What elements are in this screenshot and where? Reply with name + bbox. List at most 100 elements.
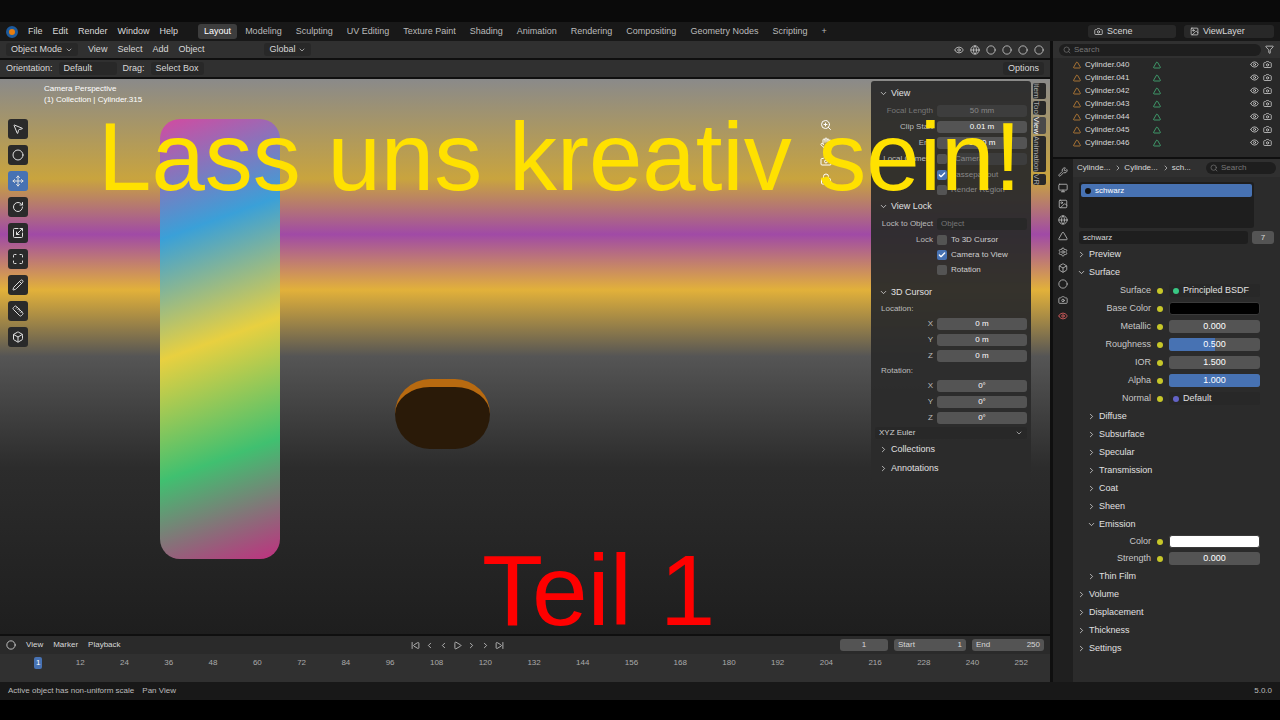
panel-header[interactable]: Transmission — [1073, 462, 1280, 479]
outliner-row[interactable]: Cylinder.040 — [1053, 58, 1280, 71]
viewport-menu[interactable]: View — [88, 43, 107, 57]
panel-header[interactable]: 3D Cursor — [875, 284, 1027, 301]
blender-logo-icon[interactable] — [6, 26, 18, 38]
outliner-row[interactable]: Cylinder.043 — [1053, 97, 1280, 110]
outliner-row[interactable]: Cylinder.044 — [1053, 110, 1280, 123]
properties-tab-icon[interactable] — [1058, 279, 1068, 289]
color-field[interactable] — [1169, 302, 1260, 315]
sidebar-tab[interactable]: View — [1033, 117, 1046, 134]
panel-header[interactable]: Collections — [875, 441, 1027, 458]
workspace-tab[interactable]: Texture Paint — [397, 24, 462, 40]
properties-tab-icon[interactable] — [1058, 215, 1068, 225]
shading-icon[interactable] — [954, 45, 964, 55]
slider-field[interactable]: 1.000 — [1169, 374, 1260, 387]
workspace-tab[interactable]: Rendering — [565, 24, 619, 40]
workspace-tab[interactable]: Geometry Nodes — [684, 24, 764, 40]
panel-header[interactable]: Specular — [1073, 444, 1280, 461]
timeline-ruler[interactable]: 1122436486072849610812013214415616818019… — [0, 654, 1050, 682]
editor-type-icon[interactable] — [6, 640, 16, 650]
number-field[interactable]: 0° — [937, 396, 1027, 408]
workspace-tab[interactable]: Shading — [464, 24, 509, 40]
lock-checkbox[interactable] — [937, 235, 947, 245]
filter-icon[interactable] — [1265, 45, 1274, 54]
workspace-tab[interactable]: Animation — [511, 24, 563, 40]
panel-header[interactable]: Thin Film — [1073, 568, 1280, 585]
shader-dropdown[interactable]: Principled BSDF — [1169, 284, 1260, 297]
outliner-row[interactable]: Cylinder.041 — [1053, 71, 1280, 84]
menu-item[interactable]: Help — [160, 25, 179, 39]
properties-tab-icon[interactable] — [1058, 247, 1068, 257]
number-field[interactable]: 0° — [937, 380, 1027, 392]
properties-tab-icon[interactable] — [1058, 295, 1068, 305]
visibility-icon[interactable] — [1250, 99, 1259, 108]
link-field[interactable]: Default — [1169, 392, 1260, 405]
render-icon[interactable] — [1263, 73, 1272, 82]
material-slot[interactable]: schwarz — [1081, 184, 1252, 197]
timeline-menu[interactable]: Marker — [53, 639, 78, 651]
annotate-icon[interactable] — [12, 279, 24, 291]
end-field[interactable]: End250 — [972, 639, 1044, 651]
outliner-row[interactable]: Cylinder.045 — [1053, 123, 1280, 136]
viewport-menu[interactable]: Select — [117, 43, 142, 57]
drag-dropdown[interactable]: Select Box — [151, 62, 204, 76]
visibility-icon[interactable] — [1250, 125, 1259, 134]
select-icon[interactable] — [12, 123, 24, 135]
sidebar-tab[interactable]: VR — [1033, 174, 1046, 185]
panel-header[interactable]: Coat — [1073, 480, 1280, 497]
visibility-icon[interactable] — [1250, 73, 1259, 82]
viewport-menu[interactable]: Add — [152, 43, 168, 57]
playback-icon[interactable] — [425, 641, 434, 650]
panel-header[interactable]: Emission — [1073, 516, 1280, 533]
sidebar-tab[interactable]: Animation — [1033, 136, 1046, 172]
properties-tab-icon[interactable] — [1058, 183, 1068, 193]
orientation-dropdown[interactable]: Default — [59, 62, 117, 76]
visibility-icon[interactable] — [1250, 60, 1259, 69]
sidebar-tab[interactable]: Tool — [1033, 101, 1046, 116]
shading-icon[interactable] — [1002, 45, 1012, 55]
visibility-icon[interactable] — [1250, 112, 1259, 121]
panel-header[interactable]: Settings — [1073, 640, 1280, 657]
start-field[interactable]: Start1 — [894, 639, 966, 651]
timeline-menu[interactable]: Playback — [88, 639, 120, 651]
lock-checkbox[interactable] — [937, 265, 947, 275]
panel-header[interactable]: Displacement — [1073, 604, 1280, 621]
viewport-menu[interactable]: Object — [178, 43, 204, 57]
rotate-icon[interactable] — [12, 201, 24, 213]
menu-item[interactable]: Render — [78, 25, 108, 39]
visibility-icon[interactable] — [1250, 86, 1259, 95]
number-field[interactable]: 0 m — [937, 334, 1027, 346]
panel-header[interactable]: Sheen — [1073, 498, 1280, 515]
current-frame-field[interactable]: 1 — [840, 639, 888, 651]
scale-icon[interactable] — [12, 227, 24, 239]
shading-icon[interactable] — [1018, 45, 1028, 55]
workspace-tab[interactable]: Layout — [198, 24, 237, 40]
panel-header[interactable]: Thickness — [1073, 622, 1280, 639]
mode-dropdown[interactable]: Object Mode — [6, 43, 78, 57]
panel-header[interactable]: Subsurface — [1073, 426, 1280, 443]
options-button[interactable]: Options — [1003, 62, 1044, 76]
workspace-tab[interactable]: Sculpting — [290, 24, 339, 40]
cursor-icon[interactable] — [12, 149, 24, 161]
transform-icon[interactable] — [12, 253, 24, 265]
material-name-field[interactable]: schwarz — [1079, 231, 1248, 244]
number-field[interactable]: 1.500 — [1169, 356, 1260, 369]
properties-tab-icon[interactable] — [1058, 311, 1068, 321]
render-icon[interactable] — [1263, 99, 1272, 108]
render-icon[interactable] — [1263, 138, 1272, 147]
menu-item[interactable]: Window — [118, 25, 150, 39]
number-field[interactable]: 0 m — [937, 318, 1027, 330]
workspace-tab[interactable]: UV Editing — [341, 24, 396, 40]
properties-tab-icon[interactable] — [1058, 263, 1068, 273]
outliner-row[interactable]: Cylinder.046 — [1053, 136, 1280, 149]
render-icon[interactable] — [1263, 112, 1272, 121]
render-icon[interactable] — [1263, 86, 1272, 95]
workspace-tab[interactable]: Compositing — [620, 24, 682, 40]
slider-field[interactable]: 0.500 — [1169, 338, 1260, 351]
workspace-tab[interactable]: Modeling — [239, 24, 288, 40]
slider-field[interactable]: 0.000 — [1169, 552, 1260, 565]
properties-search[interactable]: Search — [1206, 162, 1276, 174]
number-field[interactable]: 0° — [937, 412, 1027, 424]
shading-icon[interactable] — [986, 45, 996, 55]
slider-field[interactable]: 0.000 — [1169, 320, 1260, 333]
visibility-icon[interactable] — [1250, 138, 1259, 147]
